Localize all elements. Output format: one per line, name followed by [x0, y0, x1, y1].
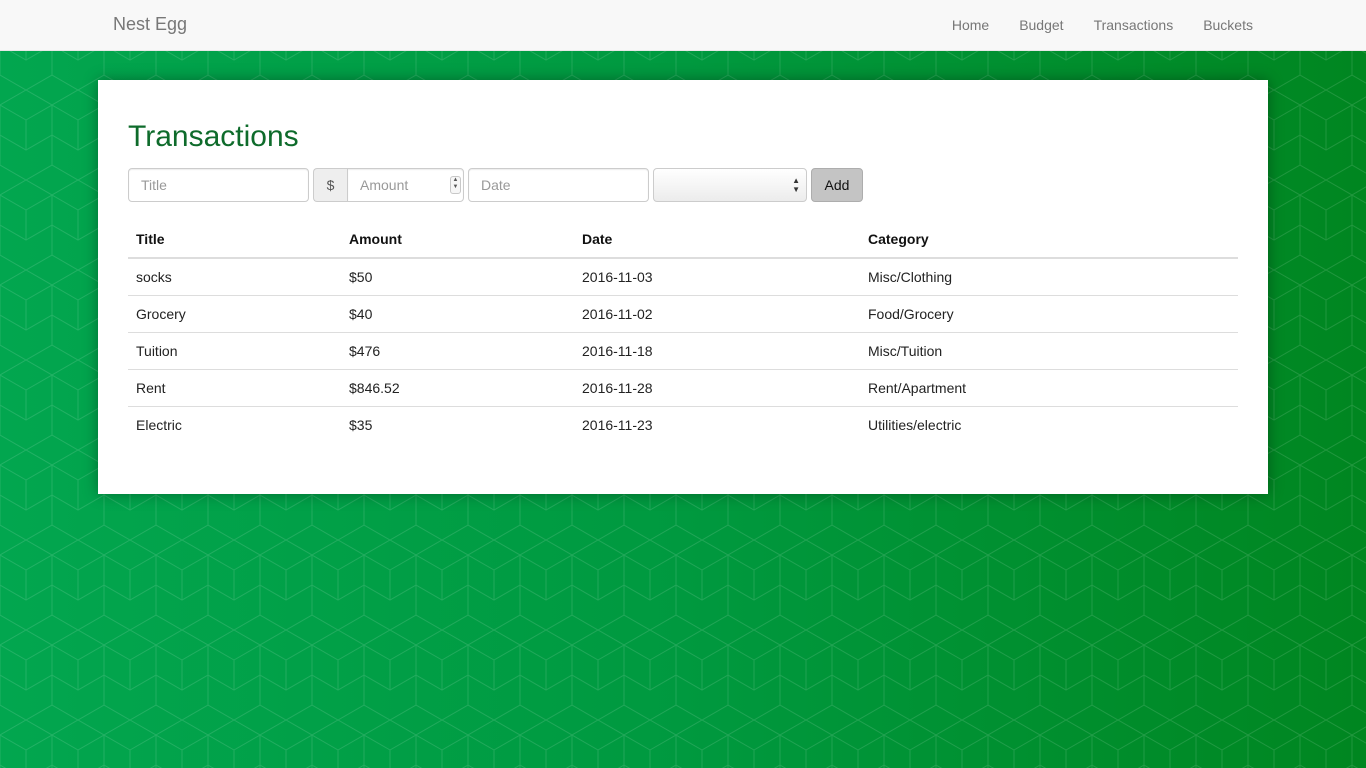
nav-links: Home Budget Transactions Buckets	[922, 0, 1253, 50]
table-row: Rent $846.52 2016-11-28 Rent/Apartment	[128, 369, 1238, 407]
table-row: socks $50 2016-11-03 Misc/Clothing	[128, 258, 1238, 296]
transactions-panel: Transactions $ ▲ ▼ ▲ ▼ Add Titl	[98, 80, 1268, 494]
cell-amount: $476	[341, 332, 574, 370]
header-amount: Amount	[341, 221, 574, 259]
cell-amount: $35	[341, 406, 574, 443]
table-row: Grocery $40 2016-11-02 Food/Grocery	[128, 295, 1238, 333]
cell-category: Misc/Clothing	[868, 269, 953, 285]
currency-addon: $	[313, 168, 347, 202]
spinner-down-icon[interactable]: ▼	[451, 184, 460, 191]
cell-date: 2016-11-03	[582, 269, 653, 285]
cell-date: 2016-11-23	[574, 406, 860, 443]
cell-date: 2016-11-02	[574, 295, 860, 333]
nav-link-transactions[interactable]: Transactions	[1094, 17, 1174, 33]
cell-date: 2016-11-28	[574, 369, 860, 407]
nav-link-budget[interactable]: Budget	[1019, 17, 1063, 33]
cell-title: Electric	[128, 406, 341, 443]
amount-input-group: $ ▲ ▼	[313, 168, 464, 202]
category-select[interactable]: ▲ ▼	[653, 168, 807, 202]
cell-category: Misc/Tuition	[860, 332, 1238, 370]
top-navbar: Nest Egg Home Budget Transactions Bucket…	[0, 0, 1366, 51]
header-category: Category	[860, 221, 1238, 259]
cell-date: 2016-11-18	[574, 332, 860, 370]
page-title: Transactions	[128, 120, 299, 153]
add-transaction-form: $ ▲ ▼ ▲ ▼ Add	[128, 168, 863, 202]
add-button[interactable]: Add	[811, 168, 863, 202]
amount-wrap: ▲ ▼	[347, 168, 464, 202]
table-header-row: Title Amount Date Category	[128, 221, 1238, 259]
transactions-table: Title Amount Date Category socks $50 201…	[128, 221, 1238, 443]
amount-spinner[interactable]: ▲ ▼	[450, 176, 461, 194]
cell-category: Food/Grocery	[860, 295, 1238, 333]
cell-category: Rent/Apartment	[860, 369, 1238, 407]
table-row: Electric $35 2016-11-23 Utilities/electr…	[128, 406, 1238, 443]
title-input[interactable]	[128, 168, 309, 202]
date-input[interactable]	[468, 168, 649, 202]
cell-title: Grocery	[128, 295, 341, 333]
cell-amount: $40	[341, 295, 574, 333]
nav-link-home[interactable]: Home	[952, 17, 989, 33]
select-arrows-icon: ▲ ▼	[792, 176, 800, 194]
cell-category: Utilities/electric	[860, 406, 1238, 443]
spinner-up-icon[interactable]: ▲	[451, 177, 460, 184]
brand-logo-link[interactable]: Nest Egg	[113, 14, 187, 35]
header-date: Date	[574, 221, 860, 259]
cell-amount: $846.52	[341, 369, 574, 407]
table-row: Tuition $476 2016-11-18 Misc/Tuition	[128, 332, 1238, 370]
cell-amount: $50	[349, 269, 373, 285]
header-title: Title	[128, 221, 341, 259]
nav-link-buckets[interactable]: Buckets	[1203, 17, 1253, 33]
cell-title: socks	[136, 269, 172, 285]
cell-title: Tuition	[128, 332, 341, 370]
amount-input[interactable]	[347, 168, 464, 202]
cell-title: Rent	[128, 369, 341, 407]
